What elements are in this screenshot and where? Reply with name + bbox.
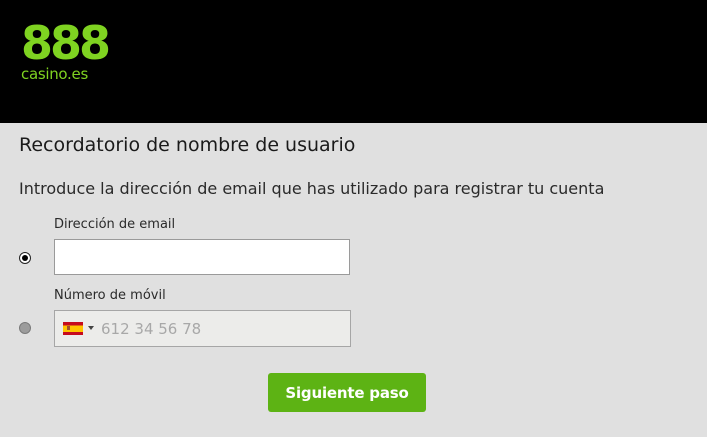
brand-logo[interactable]: 888 casino.es — [21, 16, 111, 82]
mobile-option-radio[interactable] — [19, 322, 31, 334]
mobile-number-input[interactable] — [101, 311, 341, 346]
mobile-field — [54, 310, 351, 347]
email-field[interactable] — [54, 239, 350, 275]
email-option-radio[interactable] — [19, 252, 31, 264]
next-step-button[interactable]: Siguiente paso — [268, 373, 426, 412]
mobile-field-label: Número de móvil — [54, 288, 166, 303]
site-header: 888 casino.es — [0, 0, 707, 123]
logo-digits: 888 — [21, 16, 111, 70]
username-reminder-form: Recordatorio de nombre de usuario Introd… — [0, 123, 707, 437]
chevron-down-icon — [88, 326, 94, 330]
spain-flag-icon — [63, 322, 83, 335]
email-field-label: Dirección de email — [54, 217, 176, 232]
form-instructions: Introduce la dirección de email que has … — [19, 179, 605, 198]
page-title: Recordatorio de nombre de usuario — [19, 134, 356, 156]
